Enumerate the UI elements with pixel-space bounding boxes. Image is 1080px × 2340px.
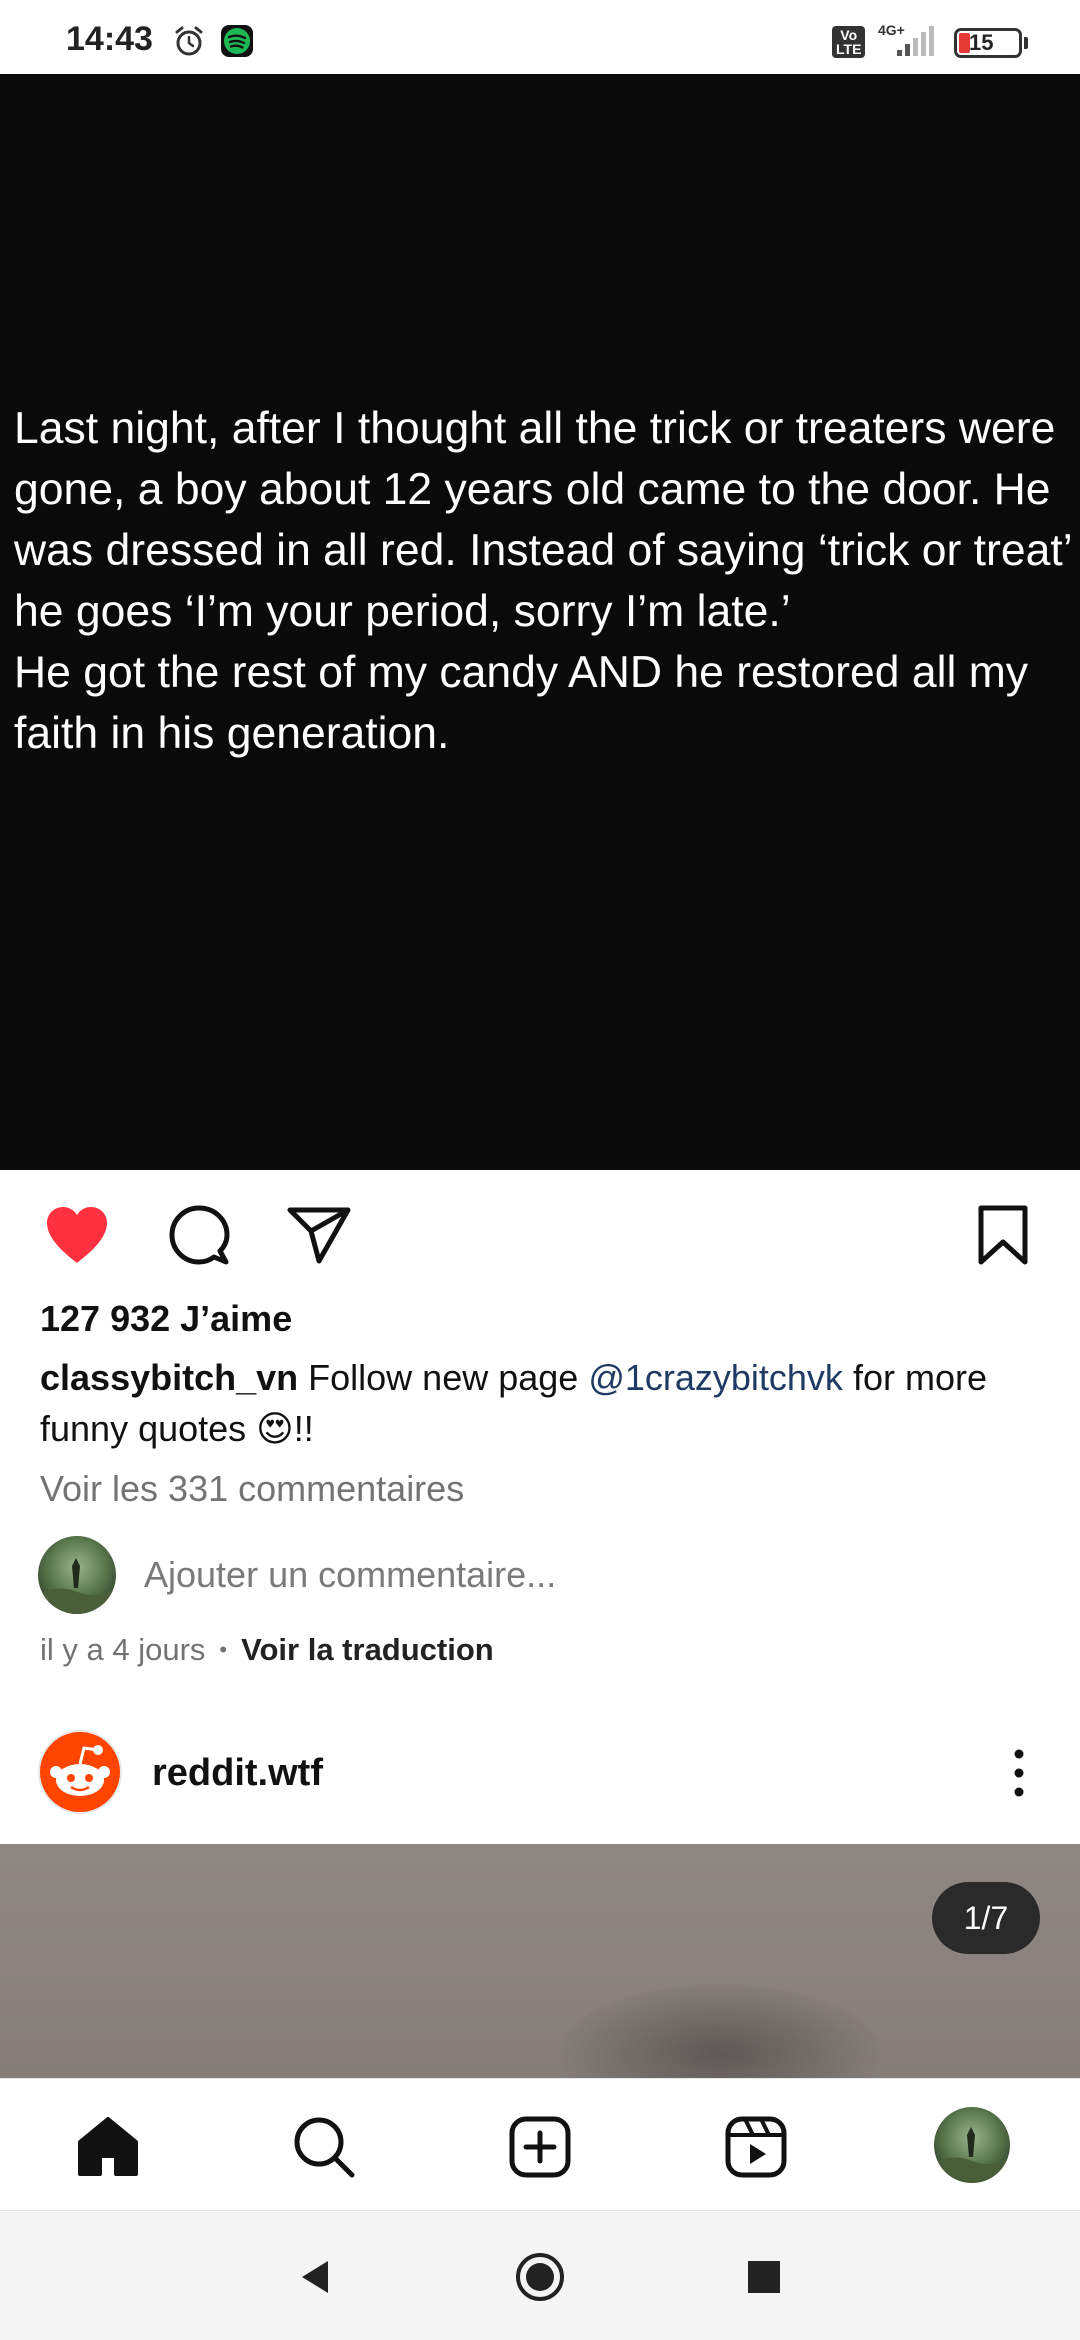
- paper-plane-icon: [287, 1207, 351, 1264]
- back-button[interactable]: [286, 2249, 342, 2305]
- likes-count[interactable]: 127 932 J’aime: [40, 1298, 292, 1340]
- carousel-page-indicator: 1/7: [932, 1882, 1040, 1954]
- share-button[interactable]: [284, 1200, 354, 1270]
- bookmark-icon: [978, 1205, 1028, 1265]
- save-button[interactable]: [968, 1200, 1038, 1270]
- recents-square-icon: [748, 2261, 780, 2293]
- caption-text-1: Follow new page: [298, 1357, 589, 1398]
- signal-strength-icon: [897, 26, 934, 56]
- post-actions: [0, 1170, 1080, 1294]
- battery-tip: [1024, 37, 1028, 49]
- search-icon: [294, 2117, 355, 2178]
- profile-avatar: [934, 2127, 1010, 2183]
- status-time: 14:43: [66, 20, 153, 58]
- like-button[interactable]: [42, 1200, 112, 1270]
- post-image[interactable]: Last night, after I thought all the tric…: [0, 74, 1080, 1170]
- post-time-ago: il y a 4 jours: [40, 1632, 206, 1667]
- tab-home[interactable]: [70, 2109, 146, 2185]
- home-nav-button[interactable]: [512, 2249, 568, 2305]
- post-image-text: Last night, after I thought all the tric…: [14, 404, 1071, 758]
- plus-square-icon: [509, 2116, 571, 2178]
- status-bar: 14:43 Vo LTE 4G+ 15: [0, 0, 1080, 74]
- next-post-username[interactable]: reddit.wtf: [152, 1752, 323, 1795]
- avatar: [38, 1536, 116, 1614]
- meta-separator: •: [219, 1637, 228, 1662]
- tab-search[interactable]: [286, 2109, 362, 2185]
- see-translation-link[interactable]: Voir la traduction: [241, 1632, 494, 1668]
- reddit-avatar[interactable]: [38, 1730, 122, 1814]
- recents-button[interactable]: [736, 2249, 792, 2305]
- post-meta: il y a 4 jours • Voir la traduction: [40, 1632, 494, 1668]
- image-haze: [560, 1984, 880, 2078]
- spotify-icon: [221, 25, 253, 57]
- post-caption: classybitch_vn Follow new page @1crazybi…: [40, 1352, 1040, 1454]
- volte-badge: Vo LTE: [832, 26, 866, 58]
- alarm-icon: [175, 26, 203, 56]
- tab-reels[interactable]: [718, 2109, 794, 2185]
- caption-username[interactable]: classybitch_vn: [40, 1357, 298, 1398]
- bottom-tab-bar: [0, 2078, 1080, 2210]
- view-comments-link[interactable]: Voir les 331 commentaires: [40, 1468, 464, 1510]
- comment-bubble-icon: [169, 1205, 230, 1265]
- home-icon: [78, 2117, 138, 2176]
- caption-mention[interactable]: @1crazybitchvk: [588, 1357, 843, 1398]
- home-circle-icon: [516, 2253, 564, 2301]
- system-nav-bar: [0, 2210, 1080, 2340]
- reels-icon: [725, 2116, 787, 2178]
- back-triangle-icon: [302, 2261, 328, 2293]
- tab-profile[interactable]: [934, 2107, 1010, 2183]
- comment-button[interactable]: [164, 1200, 234, 1270]
- battery-level: 15: [969, 30, 994, 55]
- next-post-header: reddit.wtf: [0, 1728, 1080, 1844]
- next-post-image[interactable]: 1/7: [0, 1844, 1080, 2078]
- tab-create[interactable]: [502, 2109, 578, 2185]
- more-options-icon[interactable]: [1004, 1746, 1034, 1800]
- add-comment-row[interactable]: Ajouter un commentaire...: [38, 1536, 1038, 1614]
- add-comment-input[interactable]: Ajouter un commentaire...: [144, 1554, 556, 1596]
- reddit-logo-icon: [50, 1745, 110, 1796]
- battery-icon: 15: [954, 28, 1022, 58]
- heart-filled-icon: [47, 1207, 107, 1263]
